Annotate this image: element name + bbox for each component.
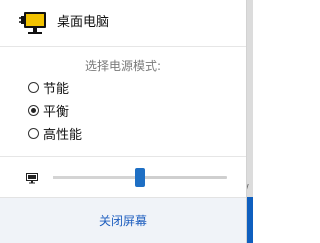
monitor-icon: [26, 169, 38, 188]
power-plan-label: 节能: [43, 81, 70, 97]
brightness-slider-fill: [53, 176, 140, 179]
radio-button[interactable]: [28, 127, 39, 139]
power-mode-heading: 选择电源模式:: [84, 59, 162, 73]
brightness-slider-thumb[interactable]: [135, 168, 145, 187]
popup-header: 桌面电脑: [0, 0, 246, 46]
turn-off-display-link[interactable]: 关闭屏幕: [0, 212, 246, 229]
power-plan-balanced[interactable]: 平衡: [28, 100, 69, 120]
device-title: 桌面电脑: [57, 15, 110, 30]
divider: [0, 46, 246, 47]
power-options-popup: 桌面电脑 选择电源模式: 节能 平衡 高性能 关闭屏幕: [0, 0, 247, 243]
power-plan-label: 平衡: [43, 104, 70, 120]
radio-button-selected[interactable]: [28, 104, 39, 116]
brightness-slider-track[interactable]: [53, 168, 227, 187]
power-plan-label: 高性能: [43, 127, 83, 143]
radio-button[interactable]: [28, 81, 39, 93]
taskbar-edge: [247, 197, 253, 243]
power-plan-high-performance[interactable]: 高性能: [28, 123, 82, 143]
brightness-row: [0, 157, 246, 197]
popup-footer: 关闭屏幕: [0, 197, 246, 243]
power-plan-power-saver[interactable]: 节能: [28, 77, 69, 97]
desktop-pc-power-icon: [18, 10, 50, 42]
